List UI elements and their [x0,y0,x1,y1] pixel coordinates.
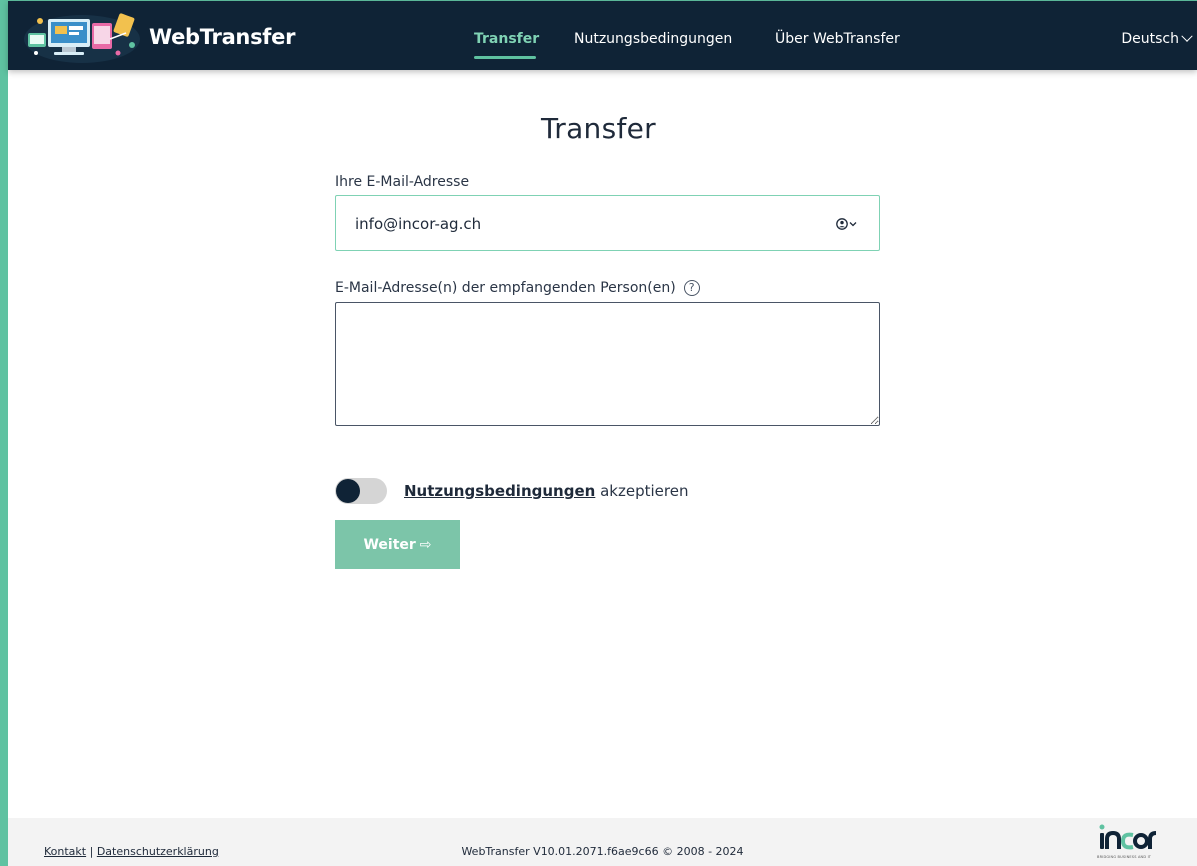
help-icon[interactable]: ? [683,280,700,296]
language-label: Deutsch [1121,31,1179,47]
webtransfer-logo-icon[interactable] [22,9,150,65]
next-button-label: Weiter [363,536,416,553]
accept-terms-text: Nutzungsbedingungen akzeptieren [404,482,688,500]
terms-accept-suffix: akzeptieren [600,482,689,500]
recipients-label: E-Mail-Adresse(n) der empfangenden Perso… [335,280,676,296]
arrow-right-icon: ⇨ [419,536,432,553]
version-text: WebTransfer V10.01.2071.f6ae9c66 © 2008 … [461,845,744,858]
active-tab-indicator [474,56,536,59]
incor-logo-icon[interactable]: BRIDGING BUSINESS AND IT [1097,821,1157,863]
sender-email-value: info@incor-ag.ch [355,215,482,233]
accept-terms-toggle[interactable] [335,478,387,504]
sender-email-label: Ihre E-Mail-Adresse [335,174,470,190]
nav-tab-about[interactable]: Über WebTransfer [775,31,900,47]
sender-email-field[interactable]: info@incor-ag.ch [335,195,880,251]
toggle-knob [336,479,360,503]
next-button[interactable]: Weiter ⇨ [335,520,460,569]
recipients-email-textarea[interactable] [335,302,880,426]
footer: Kontakt | Datenschutzerklärung WebTransf… [8,818,1197,866]
top-navigation-bar: WebTransfer Transfer Nutzungsbedingungen… [8,1,1197,70]
nav-tab-terms[interactable]: Nutzungsbedingungen [574,31,732,47]
logo-tagline: BRIDGING BUSINESS AND IT [1097,855,1152,859]
page-title: Transfer [541,112,656,145]
account-selector-icon[interactable] [835,216,859,232]
chevron-down-icon [1181,30,1193,42]
brand-name[interactable]: WebTransfer [149,25,295,49]
recipients-label-row: E-Mail-Adresse(n) der empfangenden Perso… [335,280,700,296]
terms-link[interactable]: Nutzungsbedingungen [404,482,595,500]
nav-tab-transfer[interactable]: Transfer [474,31,539,47]
language-selector[interactable]: Deutsch [1121,30,1193,47]
